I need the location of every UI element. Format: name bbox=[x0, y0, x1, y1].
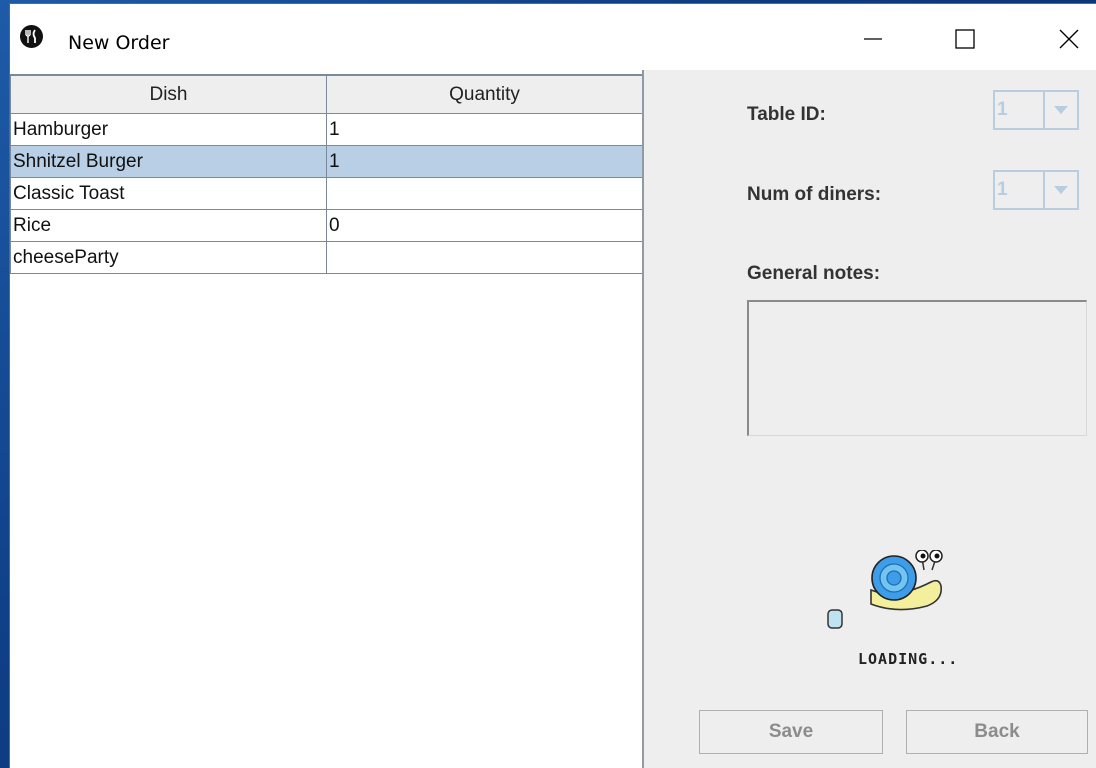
maximize-button[interactable] bbox=[936, 12, 994, 70]
loading-text: LOADING... bbox=[858, 650, 959, 668]
title-bar[interactable]: New Order bbox=[10, 4, 1096, 70]
maximize-icon bbox=[955, 28, 975, 54]
table-row[interactable]: Rice 0 bbox=[10, 209, 643, 242]
column-header-dish[interactable]: Dish bbox=[10, 74, 327, 114]
chevron-down-icon bbox=[1045, 172, 1077, 208]
chevron-down-icon bbox=[1045, 92, 1077, 128]
dish-cell[interactable]: Hamburger bbox=[10, 113, 327, 146]
table-row[interactable]: Hamburger 1 bbox=[10, 113, 643, 146]
dish-table[interactable]: Dish Quantity Hamburger 1 Shnitzel Burge… bbox=[10, 74, 643, 274]
table-id-label: Table ID: bbox=[747, 104, 826, 125]
window-title: New Order bbox=[68, 32, 170, 54]
dish-cell[interactable]: Rice bbox=[10, 209, 327, 242]
minimize-icon bbox=[863, 29, 883, 54]
dish-cell[interactable]: Shnitzel Burger bbox=[10, 145, 327, 178]
table-header-row: Dish Quantity bbox=[10, 74, 643, 114]
utensils-icon bbox=[20, 25, 43, 48]
table-row[interactable]: cheeseParty bbox=[10, 241, 643, 274]
minimize-button[interactable] bbox=[844, 12, 902, 70]
diners-label: Num of diners: bbox=[747, 184, 882, 205]
column-header-quantity[interactable]: Quantity bbox=[326, 74, 643, 114]
quantity-cell[interactable]: 1 bbox=[326, 145, 643, 178]
table-row[interactable]: Shnitzel Burger 1 bbox=[10, 145, 643, 178]
quantity-cell[interactable] bbox=[326, 241, 643, 274]
quantity-cell[interactable] bbox=[326, 177, 643, 210]
diners-value: 1 bbox=[995, 172, 1045, 208]
quantity-cell[interactable]: 1 bbox=[326, 113, 643, 146]
notes-textarea[interactable] bbox=[747, 300, 1087, 436]
notes-label: General notes: bbox=[747, 263, 881, 284]
diners-select[interactable]: 1 bbox=[993, 170, 1079, 210]
new-order-window: New Order Dish Quantity Hamburger 1 Shni… bbox=[10, 4, 1096, 768]
dish-table-pane[interactable]: Dish Quantity Hamburger 1 Shnitzel Burge… bbox=[10, 70, 643, 768]
table-row[interactable]: Classic Toast bbox=[10, 177, 643, 210]
snail-icon bbox=[826, 549, 976, 660]
close-button[interactable] bbox=[1040, 12, 1096, 70]
dish-cell[interactable]: cheeseParty bbox=[10, 241, 327, 274]
close-icon bbox=[1059, 29, 1079, 54]
table-id-select[interactable]: 1 bbox=[993, 90, 1079, 130]
save-button[interactable]: Save bbox=[699, 710, 883, 754]
quantity-cell[interactable]: 0 bbox=[326, 209, 643, 242]
window-content: Dish Quantity Hamburger 1 Shnitzel Burge… bbox=[10, 70, 1096, 768]
back-button[interactable]: Back bbox=[906, 710, 1088, 754]
dish-cell[interactable]: Classic Toast bbox=[10, 177, 327, 210]
table-id-value: 1 bbox=[995, 92, 1045, 128]
pane-divider bbox=[642, 70, 644, 768]
